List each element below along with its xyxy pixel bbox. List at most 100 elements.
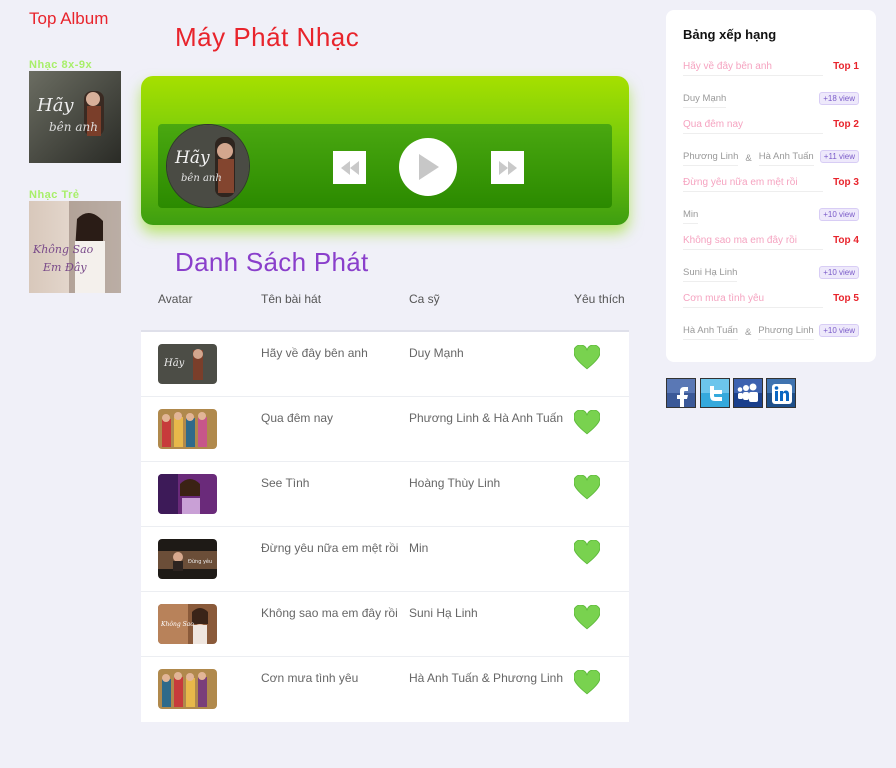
ranking-artist-4: Suni Hạ Linh bbox=[683, 267, 738, 282]
header-avatar: Avatar bbox=[158, 292, 193, 306]
song-avatar bbox=[158, 474, 217, 514]
facebook-link[interactable] bbox=[666, 378, 696, 408]
table-row[interactable]: Đừng yêu Đừng yêu nữa em mệt rồi Min bbox=[141, 527, 629, 592]
svg-text:bên anh: bên anh bbox=[181, 173, 222, 184]
song-avatar: Không Sao bbox=[158, 604, 217, 644]
ranking-position-1: Top 1 bbox=[833, 61, 859, 72]
ranking-views-1: +18 view bbox=[819, 92, 859, 105]
svg-text:Đừng yêu: Đừng yêu bbox=[188, 558, 212, 565]
twitter-icon bbox=[701, 379, 729, 407]
fast-forward-icon bbox=[498, 160, 517, 175]
play-icon bbox=[419, 154, 439, 180]
heart-icon[interactable] bbox=[574, 670, 600, 696]
table-row[interactable]: Qua đêm nay Phương Linh & Hà Anh Tuấn bbox=[141, 397, 629, 462]
linkedin-icon bbox=[767, 379, 795, 407]
svg-text:Không Sao: Không Sao bbox=[32, 243, 94, 256]
song-artist: Hà Anh Tuấn & Phương Linh bbox=[409, 671, 564, 685]
artist-name: Phương Linh bbox=[758, 325, 814, 340]
linkedin-link[interactable] bbox=[766, 378, 796, 408]
artist-name: Duy Mạnh bbox=[683, 93, 727, 108]
ranking-song-5[interactable]: Cơn mưa tình yêu bbox=[683, 293, 823, 308]
ranking-song-4[interactable]: Không sao ma em đây rồi bbox=[683, 235, 823, 250]
twitter-link[interactable] bbox=[700, 378, 730, 408]
playlist-table: Avatar Tên bài hát Ca sỹ Yêu thích Hãy H… bbox=[141, 280, 629, 722]
album-category-8x9x[interactable]: Nhạc 8x-9x bbox=[29, 59, 92, 71]
player-title: Máy Phát Nhạc bbox=[175, 22, 360, 52]
playlist-header-row: Avatar Tên bài hát Ca sỹ Yêu thích bbox=[141, 280, 629, 332]
svg-text:Em Đây: Em Đây bbox=[42, 261, 87, 274]
heart-icon[interactable] bbox=[574, 475, 600, 501]
ranking-position-5: Top 5 bbox=[833, 293, 859, 304]
ranking-position-2: Top 2 bbox=[833, 119, 859, 130]
song-artist: Phương Linh & Hà Anh Tuấn bbox=[409, 411, 564, 425]
heart-icon[interactable] bbox=[574, 540, 600, 566]
table-row[interactable]: See Tình Hoàng Thùy Linh bbox=[141, 462, 629, 527]
rewind-icon bbox=[340, 160, 359, 175]
ranking-views-3: +10 view bbox=[819, 208, 859, 221]
svg-text:Hãy: Hãy bbox=[163, 358, 185, 369]
facebook-icon bbox=[667, 379, 695, 407]
play-button[interactable] bbox=[399, 138, 457, 196]
music-player: Hãy bên anh bbox=[141, 76, 629, 225]
song-artist: Suni Hạ Linh bbox=[409, 606, 478, 620]
artist-name: Min bbox=[683, 209, 699, 224]
ranking-artist-3: Min bbox=[683, 209, 699, 224]
ranking-artist-5: Hà Anh Tuấn & Phương Linh bbox=[683, 325, 814, 340]
ranking-song-1[interactable]: Hãy về đây bên anh bbox=[683, 61, 823, 76]
ranking-position-4: Top 4 bbox=[833, 235, 859, 246]
ranking-views-5: +10 view bbox=[819, 324, 859, 337]
svg-text:Không Sao: Không Sao bbox=[160, 621, 194, 628]
ranking-views-4: +10 view bbox=[819, 266, 859, 279]
ranking-song-3[interactable]: Đừng yêu nữa em mệt rồi bbox=[683, 177, 823, 192]
svg-text:Hãy: Hãy bbox=[174, 148, 210, 168]
artist-name: Suni Hạ Linh bbox=[683, 267, 738, 282]
artist-separator: & bbox=[745, 153, 752, 164]
now-playing-disc: Hãy bên anh bbox=[166, 124, 250, 208]
song-avatar: Đừng yêu bbox=[158, 539, 217, 579]
header-like: Yêu thích bbox=[574, 292, 625, 306]
previous-button[interactable] bbox=[333, 151, 366, 184]
player-controls-bar: Hãy bên anh bbox=[158, 124, 612, 208]
song-avatar bbox=[158, 669, 217, 709]
song-artist: Min bbox=[409, 541, 429, 555]
artist-separator: & bbox=[744, 327, 752, 338]
song-artist: Duy Mạnh bbox=[409, 346, 464, 360]
header-song: Tên bài hát bbox=[261, 292, 322, 306]
artist-name: Hà Anh Tuấn bbox=[683, 325, 738, 340]
song-avatar: Hãy bbox=[158, 344, 217, 384]
artist-name: Hà Anh Tuấn bbox=[758, 151, 814, 166]
song-title: Đừng yêu nữa em mệt rồi bbox=[261, 541, 399, 555]
song-title: Cơn mưa tình yêu bbox=[261, 671, 359, 685]
ranking-views-2: +11 view bbox=[819, 150, 859, 163]
heart-icon[interactable] bbox=[574, 345, 600, 371]
album-cover-8x9x[interactable]: Hãy bên anh bbox=[29, 71, 121, 163]
song-avatar bbox=[158, 409, 217, 449]
svg-text:bên anh: bên anh bbox=[49, 120, 98, 134]
heart-icon[interactable] bbox=[574, 605, 600, 631]
song-title: See Tình bbox=[261, 476, 310, 490]
playlist-body: Hãy Hãy về đây bên anh Duy Mạnh Qua đêm … bbox=[141, 332, 629, 722]
table-row[interactable]: Cơn mưa tình yêu Hà Anh Tuấn & Phương Li… bbox=[141, 657, 629, 722]
myspace-link[interactable] bbox=[733, 378, 763, 408]
heart-icon[interactable] bbox=[574, 410, 600, 436]
table-row[interactable]: Hãy Hãy về đây bên anh Duy Mạnh bbox=[141, 332, 629, 397]
myspace-icon bbox=[734, 379, 762, 407]
ranking-position-3: Top 3 bbox=[833, 177, 859, 188]
next-button[interactable] bbox=[491, 151, 524, 184]
song-title: Không sao ma em đây rồi bbox=[261, 606, 398, 620]
ranking-title: Bảng xếp hạng bbox=[683, 27, 777, 42]
song-title: Qua đêm nay bbox=[261, 411, 334, 425]
ranking-song-2[interactable]: Qua đêm nay bbox=[683, 119, 823, 134]
playlist-title: Danh Sách Phát bbox=[175, 247, 369, 277]
album-cover-nhac-tre[interactable]: Không Sao Em Đây bbox=[29, 201, 121, 293]
song-title: Hãy về đây bên anh bbox=[261, 346, 368, 360]
artist-name: Phương Linh bbox=[683, 151, 739, 166]
svg-text:Hãy: Hãy bbox=[36, 95, 74, 116]
album-category-nhac-tre[interactable]: Nhạc Trẻ bbox=[29, 189, 79, 201]
header-artist: Ca sỹ bbox=[409, 292, 440, 306]
ranking-artist-2: Phương Linh & Hà Anh Tuấn bbox=[683, 151, 814, 166]
song-artist: Hoàng Thùy Linh bbox=[409, 476, 501, 490]
album-section-title: Top Album bbox=[29, 9, 109, 28]
table-row[interactable]: Không Sao Không sao ma em đây rồi Suni H… bbox=[141, 592, 629, 657]
ranking-panel: Bảng xếp hạng Hãy về đây bên anh Top 1 D… bbox=[666, 10, 876, 362]
